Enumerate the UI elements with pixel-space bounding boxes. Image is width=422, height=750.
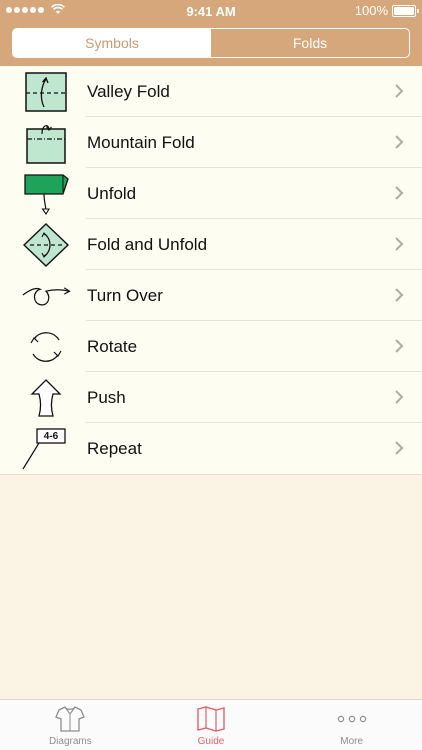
- tab-more[interactable]: More: [281, 700, 422, 750]
- chevron-right-icon: [395, 186, 404, 200]
- row-label: Mountain Fold: [87, 132, 195, 152]
- row-label: Valley Fold: [87, 81, 170, 101]
- fold-and-unfold-icon: [21, 221, 71, 269]
- list-item-valley-fold[interactable]: Valley Fold: [0, 66, 422, 117]
- tab-label: Diagrams: [48, 736, 92, 747]
- chevron-right-icon: [395, 135, 404, 149]
- tab-guide[interactable]: Guide: [141, 700, 282, 750]
- chevron-right-icon: [395, 441, 404, 455]
- list-item-unfold[interactable]: Unfold: [0, 168, 422, 219]
- tab-bar: Diagrams Guide More: [0, 699, 422, 750]
- row-label: Fold and Unfold: [87, 234, 208, 254]
- row-label: Push: [87, 387, 126, 407]
- tab-diagrams[interactable]: Diagrams: [0, 700, 141, 750]
- row-label: Repeat: [87, 438, 142, 458]
- rotate-icon: [21, 323, 71, 371]
- row-label: Unfold: [87, 183, 137, 203]
- segmented-control: Symbols Folds: [12, 28, 410, 58]
- segment-folds[interactable]: Folds: [211, 29, 409, 57]
- list-item-mountain-fold[interactable]: Mountain Fold: [0, 117, 422, 168]
- turn-over-icon: [21, 272, 71, 320]
- chevron-right-icon: [395, 390, 404, 404]
- header: 9:41 AM 100% Symbols Folds: [0, 0, 422, 66]
- battery-icon: [392, 4, 419, 17]
- list-item-push[interactable]: Push: [0, 372, 422, 423]
- valley-fold-icon: [21, 68, 71, 116]
- chevron-right-icon: [395, 237, 404, 251]
- list-item-repeat[interactable]: 4-6 Repeat: [0, 423, 422, 474]
- chevron-right-icon: [395, 339, 404, 353]
- map-icon: [196, 705, 226, 733]
- list-item-fold-and-unfold[interactable]: Fold and Unfold: [0, 219, 422, 270]
- battery-status: 100%: [354, 3, 419, 18]
- tab-label: More: [340, 736, 364, 747]
- mountain-fold-icon: [21, 119, 71, 167]
- symbols-list: Valley Fold Mountain Fold Unfold Fold an…: [0, 66, 422, 475]
- row-label: Turn Over: [87, 285, 163, 305]
- tab-label: Guide: [197, 736, 225, 747]
- status-bar: 9:41 AM 100%: [0, 0, 422, 22]
- row-label: Rotate: [87, 336, 138, 356]
- repeat-icon: 4-6: [21, 425, 71, 473]
- chevron-right-icon: [395, 84, 404, 98]
- shirt-icon: [55, 705, 86, 733]
- list-item-rotate[interactable]: Rotate: [0, 321, 422, 372]
- segment-symbols[interactable]: Symbols: [13, 29, 211, 57]
- unfold-icon: [21, 170, 71, 218]
- push-icon: [21, 374, 71, 422]
- battery-percent: 100%: [354, 3, 388, 18]
- more-dots-icon: [337, 705, 367, 733]
- list-item-turn-over[interactable]: Turn Over: [0, 270, 422, 321]
- chevron-right-icon: [395, 288, 404, 302]
- repeat-badge: 4-6: [43, 430, 59, 442]
